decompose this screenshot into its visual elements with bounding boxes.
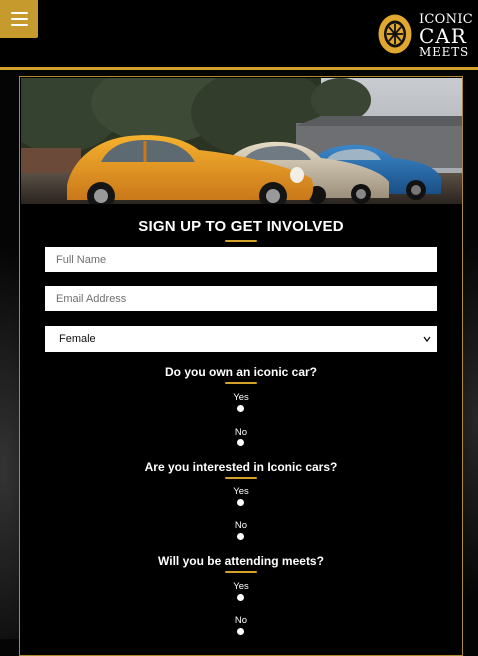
logo-line-3: MEETS [419,45,470,59]
question-underline [225,382,257,384]
gender-select[interactable]: Female [45,326,437,352]
option-label-yes: Yes [233,486,249,497]
question-own-car: Do you own an iconic car? [164,365,318,379]
signup-card: SIGN UP TO GET INVOLVED Female Do you ow… [19,76,463,656]
email-input[interactable] [45,286,437,311]
attending-yes-radio[interactable] [237,594,244,601]
title-underline [225,240,257,242]
own-car-no-radio[interactable] [237,439,244,446]
question-underline [225,571,257,573]
logo-wordmark: ICONIC CAR MEETS [419,12,473,59]
form-title: SIGN UP TO GET INVOLVED [138,218,344,235]
hamburger-icon-bar [10,24,28,26]
hero-image [21,78,462,204]
chevron-down-icon [423,336,431,343]
interested-yes-radio[interactable] [237,499,244,506]
question-interested: Are you interested in Iconic cars? [144,460,338,474]
menu-button[interactable] [0,0,38,38]
attending-no-radio[interactable] [237,628,244,635]
option-label-yes: Yes [233,392,249,403]
interested-no-radio[interactable] [237,533,244,540]
site-logo[interactable]: ICONIC CAR MEETS [378,12,473,59]
full-name-input[interactable] [45,247,437,272]
classic-cars-photo [21,78,462,204]
option-label-no: No [234,520,248,531]
wheel-icon [378,14,412,54]
site-header: ICONIC CAR MEETS [0,0,478,70]
option-label-no: No [234,615,248,626]
option-label-no: No [234,427,248,438]
question-attending: Will you be attending meets? [158,554,324,568]
hamburger-icon-bar [10,12,28,14]
question-underline [225,477,257,479]
own-car-yes-radio[interactable] [237,405,244,412]
hamburger-icon-bar [10,18,28,20]
logo-line-2: CAR [419,24,467,48]
gender-select-value: Female [59,333,96,345]
option-label-yes: Yes [233,581,249,592]
